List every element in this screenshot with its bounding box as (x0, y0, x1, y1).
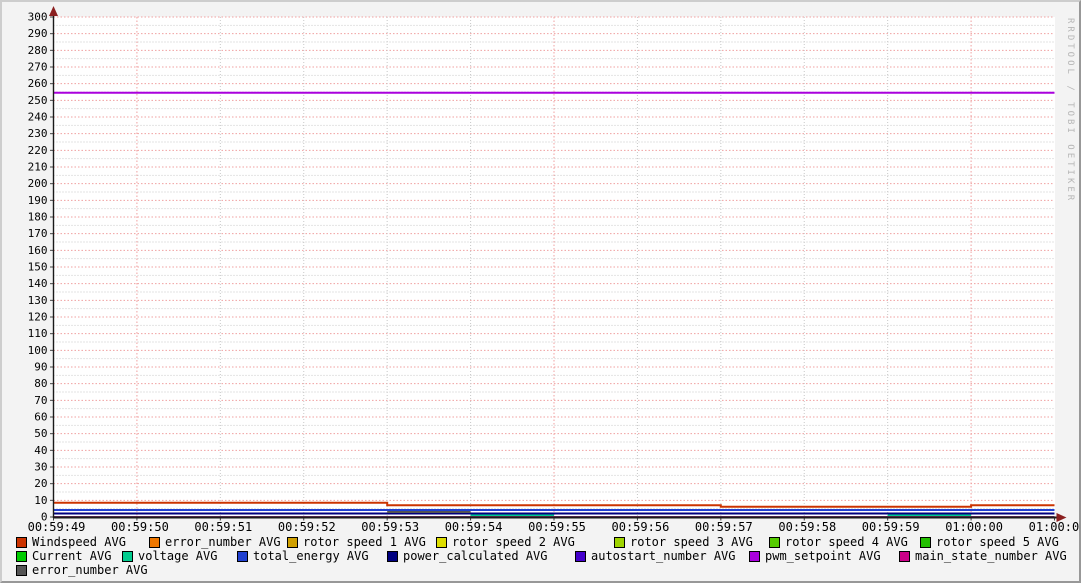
y-axis-label: 50 (34, 427, 47, 440)
x-axis-label: 00:59:49 (28, 520, 86, 534)
y-axis-label: 290 (28, 27, 48, 40)
y-axis-labels: 0102030405060708090100110120130140150160… (28, 11, 48, 524)
y-axis-label: 210 (28, 161, 48, 174)
y-axis-label: 240 (28, 111, 48, 124)
y-axis-label: 100 (28, 344, 48, 357)
y-axis-label: 130 (28, 294, 48, 307)
x-axis-label: 00:59:59 (862, 520, 920, 534)
y-axis-label: 300 (28, 11, 48, 24)
y-axis-arrow (49, 6, 58, 16)
y-axis-label: 20 (34, 477, 47, 490)
rrdtool-watermark: RRDTOOL / TOBI OETIKER (1065, 18, 1075, 203)
x-axis-label: 00:59:56 (612, 520, 670, 534)
x-axis-label: 00:59:53 (361, 520, 419, 534)
rrdtool-graph: 0102030405060708090100110120130140150160… (0, 0, 1081, 583)
y-axis-label: 70 (34, 394, 47, 407)
y-axis-label: 280 (28, 44, 48, 57)
y-axis-label: 40 (34, 444, 47, 457)
y-axis-label: 200 (28, 177, 48, 190)
y-axis-label: 180 (28, 211, 48, 224)
y-axis-label: 220 (28, 144, 48, 157)
x-axis-label: 00:59:58 (778, 520, 836, 534)
y-axis-label: 10 (34, 494, 47, 507)
y-axis-label: 120 (28, 311, 48, 324)
x-axis-label: 00:59:57 (695, 520, 753, 534)
y-axis-label: 190 (28, 194, 48, 207)
y-axis-label: 260 (28, 77, 48, 90)
y-axis-label: 80 (34, 377, 47, 390)
y-axis-label: 60 (34, 411, 47, 424)
y-axis-label: 250 (28, 94, 48, 107)
y-axis-label: 160 (28, 244, 48, 257)
x-axis-label: 00:59:50 (111, 520, 169, 534)
y-axis-label: 140 (28, 277, 48, 290)
x-axis-label: 00:59:54 (445, 520, 503, 534)
x-axis-label: 01:00:00 (945, 520, 1003, 534)
y-axis-label: 90 (34, 361, 47, 374)
x-axis-label: 00:59:52 (278, 520, 336, 534)
y-axis-label: 270 (28, 61, 48, 74)
y-axis-label: 170 (28, 227, 48, 240)
y-axis-label: 110 (28, 327, 48, 340)
y-axis-label: 230 (28, 127, 48, 140)
x-axis-label: 00:59:51 (194, 520, 252, 534)
x-axis-label: 01:00:01 (1029, 520, 1081, 534)
x-axis-label: 00:59:55 (528, 520, 586, 534)
y-axis-label: 150 (28, 261, 48, 274)
y-axis-label: 30 (34, 461, 47, 474)
x-axis-labels: 00:59:49 00:59:50 00:59:51 00:59:52 00:59:53… (28, 520, 1081, 534)
chart-plot: 0102030405060708090100110120130140150160… (2, 2, 1081, 583)
